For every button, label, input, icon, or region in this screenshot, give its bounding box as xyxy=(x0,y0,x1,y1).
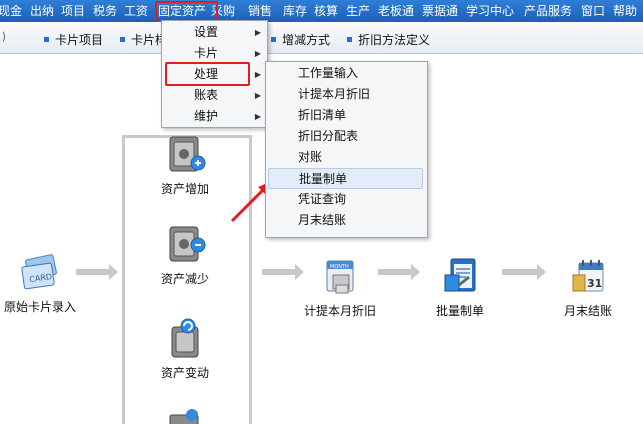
node-label: 原始卡片录入 xyxy=(4,300,77,314)
calendar-31-icon: 31 xyxy=(565,255,611,299)
menu-item-label: 计提本月折旧 xyxy=(298,87,371,101)
toolbar-depreciation-method[interactable]: 折旧方法定义 xyxy=(347,31,430,48)
menu-item-label: 工作量输入 xyxy=(298,66,359,80)
node-month-end-closing[interactable]: 31 月末结账 xyxy=(556,255,620,319)
svg-text:MONTH: MONTH xyxy=(330,264,349,270)
menu-help[interactable]: 帮助 xyxy=(613,3,637,19)
menu-item-label: 卡片 xyxy=(194,46,219,60)
menu-production[interactable]: 生产 xyxy=(346,3,370,19)
process-highlight-box xyxy=(165,62,250,86)
submenu-monthly-depreciation[interactable]: 计提本月折旧 xyxy=(266,84,427,105)
process-submenu: 工作量输入 计提本月折旧 折旧清单 折旧分配表 对账 批量制单 凭证查询 月末结… xyxy=(265,61,428,238)
safe-refresh-icon xyxy=(162,317,208,361)
toolbar-card-items[interactable]: 卡片项目 xyxy=(44,31,103,48)
menu-item-label: 凭证查询 xyxy=(298,192,347,206)
node-label: 资产减少 xyxy=(160,272,209,286)
node-asset-change[interactable]: 资产变动 xyxy=(153,317,217,381)
menu-item-card[interactable]: 卡片 ▶ xyxy=(162,43,267,64)
menu-tax[interactable]: 税务 xyxy=(93,3,117,19)
menu-product-service[interactable]: 产品服务 xyxy=(524,3,572,19)
node-label: 资产变动 xyxy=(160,366,209,380)
menu-cashier[interactable]: 出纳 xyxy=(30,3,54,19)
menu-item-label: 设置 xyxy=(194,25,219,39)
menu-salary[interactable]: 工资 xyxy=(124,3,148,19)
menu-bar: 现金 出纳 项目 税务 工资 固定资产 采购 销售 库存 核算 生产 老板通 票… xyxy=(0,0,643,22)
flow-arrow xyxy=(76,264,118,280)
submenu-workload-input[interactable]: 工作量输入 xyxy=(266,63,427,84)
node-partial xyxy=(160,407,210,424)
menu-sales[interactable]: 销售 xyxy=(248,3,272,19)
toolbar-card-items-label: 卡片项目 xyxy=(55,33,104,47)
menu-inventory[interactable]: 库存 xyxy=(283,3,307,19)
menu-window[interactable]: 窗口 xyxy=(581,3,605,19)
safe-minus-icon xyxy=(162,223,208,267)
node-label: 计提本月折旧 xyxy=(303,304,376,318)
menu-item-label: 批量制单 xyxy=(299,172,348,186)
svg-text:31: 31 xyxy=(587,277,602,290)
flow-arrow xyxy=(262,264,304,280)
flow-arrow xyxy=(378,264,420,280)
submenu-voucher-query[interactable]: 凭证查询 xyxy=(266,189,427,210)
menu-item-label: 账表 xyxy=(194,88,219,102)
chevron-right-icon[interactable]: ⟩ xyxy=(2,30,6,43)
menu-cash[interactable]: 现金 xyxy=(0,3,22,19)
node-monthly-depreciation[interactable]: MONTH 计提本月折旧 xyxy=(300,255,380,319)
safe-add-icon xyxy=(162,133,208,177)
bullet-icon xyxy=(44,37,49,42)
bullet-icon xyxy=(347,37,352,42)
node-asset-decrease[interactable]: 资产减少 xyxy=(153,223,217,287)
bullet-icon xyxy=(271,37,276,42)
menu-item-maintenance[interactable]: 维护 ▶ xyxy=(162,106,267,127)
submenu-arrow-icon: ▶ xyxy=(254,49,261,58)
node-label: 批量制单 xyxy=(435,304,484,318)
menu-item-label: 折旧分配表 xyxy=(298,129,359,143)
clipboard-icon xyxy=(437,255,483,299)
calendar-month-icon: MONTH xyxy=(317,255,363,299)
menu-project[interactable]: 项目 xyxy=(61,3,85,19)
submenu-depreciation-allocation[interactable]: 折旧分配表 xyxy=(266,126,427,147)
toolbar: ⟩ 卡片项目 卡片样 增减方式 折旧方法定义 xyxy=(0,22,643,54)
submenu-arrow-icon: ▶ xyxy=(254,28,261,37)
node-label: 资产增加 xyxy=(160,182,209,196)
node-original-card-entry[interactable]: CARD 原始卡片录入 xyxy=(4,251,76,315)
submenu-arrow-icon: ▶ xyxy=(254,91,261,100)
menu-accounting[interactable]: 核算 xyxy=(314,3,338,19)
menu-item-label: 维护 xyxy=(194,109,219,123)
node-label: 月末结账 xyxy=(563,304,612,318)
submenu-batch-voucher[interactable]: 批量制单 xyxy=(268,168,423,189)
node-asset-increase[interactable]: 资产增加 xyxy=(153,133,217,197)
submenu-arrow-icon: ▶ xyxy=(254,112,261,121)
flow-arrow xyxy=(502,264,546,280)
card-icon: CARD xyxy=(17,251,63,295)
menu-item-label: 月末结账 xyxy=(298,213,347,227)
menu-item-label: 折旧清单 xyxy=(298,108,347,122)
toolbar-card-style[interactable]: 卡片样 xyxy=(120,31,167,48)
menu-receipts[interactable]: 票据通 xyxy=(422,3,458,19)
menu-item-settings[interactable]: 设置 ▶ xyxy=(162,22,267,43)
bullet-icon xyxy=(120,37,125,42)
menu-boss[interactable]: 老板通 xyxy=(378,3,414,19)
menu-item-reports[interactable]: 账表 ▶ xyxy=(162,85,267,106)
submenu-depreciation-list[interactable]: 折旧清单 xyxy=(266,105,427,126)
node-batch-voucher[interactable]: 批量制单 xyxy=(428,255,492,319)
submenu-reconcile[interactable]: 对账 xyxy=(266,147,427,168)
toolbar-change-method-label: 增减方式 xyxy=(282,33,331,47)
menu-item-label: 对账 xyxy=(298,150,323,164)
safe-icon xyxy=(169,409,199,424)
toolbar-change-method[interactable]: 增减方式 xyxy=(271,31,330,48)
submenu-month-end-closing[interactable]: 月末结账 xyxy=(266,210,427,231)
submenu-arrow-icon: ▶ xyxy=(254,70,261,79)
menu-learning-center[interactable]: 学习中心 xyxy=(466,3,514,19)
toolbar-depreciation-method-label: 折旧方法定义 xyxy=(358,33,431,47)
